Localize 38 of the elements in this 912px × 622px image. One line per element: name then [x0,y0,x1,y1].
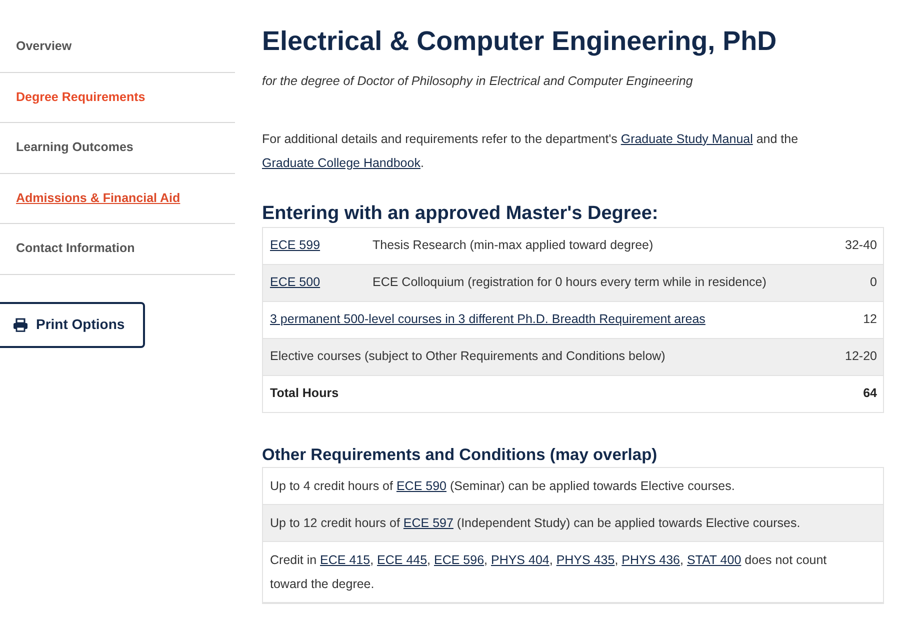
course-link[interactable]: ECE 599 [270,238,320,252]
link[interactable]: ECE 596 [434,552,484,567]
sidebar-link[interactable]: Contact Information [16,239,135,258]
condition-text: Up to 12 credit hours of ECE 597 (Independent Study) can be applied towards Elective courses. [270,514,802,532]
subtitle: for the degree of Doctor of Philosophy in Electrical and Computer Engineering [262,73,694,90]
link[interactable]: PHYS 436 [622,552,680,567]
link[interactable]: ECE 597 [403,516,454,530]
condition-text: Credit in ECE 415, ECE 445, ECE 596, PHYS 404, PHYS 435, PHYS 436, STAT 400 does not count toward the degree. [270,552,828,593]
table-cell: 12 [838,301,884,338]
table-cell: 64 [838,375,884,412]
table-cell: Total Hours [262,375,838,412]
printer-icon [13,318,28,332]
link[interactable]: STAT 400 [686,552,742,567]
sidebar-link[interactable]: Learning Outcomes [16,138,134,158]
sidebar-link[interactable]: Overview [16,37,72,56]
link[interactable]: ECE 445 [377,552,428,567]
link[interactable]: Graduate Study Manual [620,132,753,146]
print-options-button[interactable]: Print Options [0,302,145,348]
page-title: Electrical & Computer Engineering, PhD [262,25,778,58]
table-cell: Elective courses (subject to Other Requirements and Conditions below) [262,338,838,376]
table-cell: 0 [838,264,884,302]
link[interactable]: 3 permanent 500-level courses in 3 different Ph.D. Breadth Requirement areas [270,312,706,326]
sidebar-link[interactable]: Degree Requirements [16,88,146,107]
sidebar-link[interactable]: Admissions & Financial Aid [16,188,180,208]
link[interactable]: PHYS 435 [556,552,615,567]
condition-text: Up to 4 credit hours of ECE 590 (Seminar) can be applied towards Elective courses. [270,478,736,495]
link[interactable]: PHYS 404 [490,552,550,567]
table-cell: ECE Colloquium (registration for 0 hours every term while in residence) [372,264,838,302]
intro-paragraph: For additional details and requirements refer to the department's Graduate Study Manual and the Graduate College Handbook. [262,130,800,172]
course-link[interactable]: ECE 500 [270,275,320,290]
link[interactable]: ECE 590 [396,478,446,493]
table-cell: 12-20 [838,338,884,376]
link[interactable]: Graduate College Handbook [262,156,420,170]
table-cell: Thesis Research (min-max applied toward degree) [372,227,838,264]
section-heading: Entering with an approved Master's Degree: [262,202,660,226]
link[interactable]: ECE 415 [320,552,370,567]
section-heading: Other Requirements and Conditions (may overlap) [262,444,658,466]
table-cell: 32-40 [838,227,884,264]
